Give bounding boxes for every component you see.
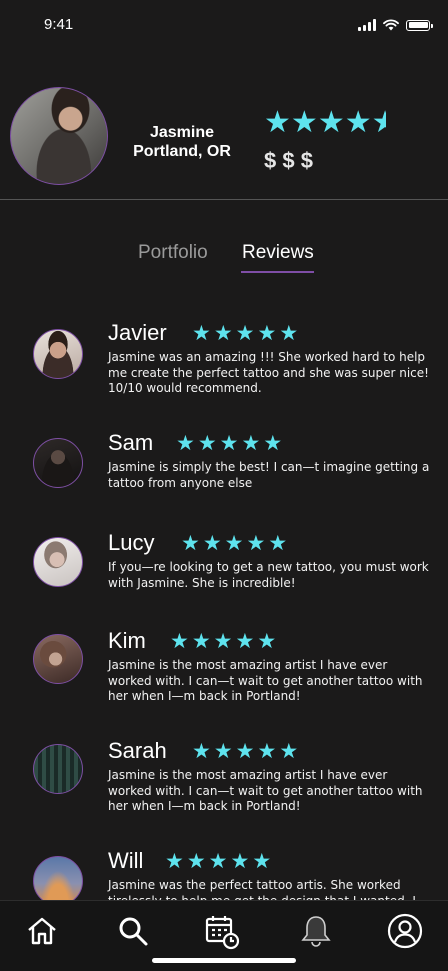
review-text: Jasmine is simply the best! I can—t imag…: [108, 460, 430, 490]
star-icon: ★: [208, 849, 228, 873]
star-icon: ★: [252, 849, 272, 873]
review-rating: ★ ★ ★ ★ ★: [192, 322, 298, 344]
star-icon: ★: [176, 431, 195, 455]
divider: [0, 199, 448, 200]
review-rating: ★ ★ ★ ★ ★: [165, 850, 271, 872]
star-icon: ★: [279, 321, 299, 345]
tab-portfolio[interactable]: Portfolio: [138, 242, 208, 264]
star-icon: ★: [191, 629, 211, 653]
artist-location: Portland, OR: [133, 143, 231, 160]
review-rating: ★ ★ ★ ★ ★: [176, 432, 282, 454]
star-icon: ★: [170, 629, 189, 653]
reviewer-name: Javier: [108, 320, 167, 345]
profile-header: Jasmine Portland, OR ★ ★ ★ ★ ★ $ $ $: [0, 85, 448, 200]
star-icon: ★: [197, 431, 217, 455]
artist-photo: [10, 87, 108, 185]
star-icon: ★: [165, 849, 184, 873]
home-indicator: [152, 958, 296, 963]
nav-search-button[interactable]: [113, 911, 153, 951]
half-star-icon: ★: [371, 108, 386, 138]
nav-profile-button[interactable]: [385, 911, 425, 951]
nav-home-button[interactable]: [22, 911, 62, 951]
reviewer-avatar[interactable]: [33, 438, 83, 488]
reviewer-avatar[interactable]: [33, 634, 83, 684]
star-icon: ★: [241, 431, 261, 455]
reviewer-name: Sam: [108, 430, 154, 455]
home-icon: [28, 917, 56, 945]
review-text: Jasmine is the most amazing artist I hav…: [108, 768, 423, 813]
star-icon: ★: [192, 739, 211, 763]
artist-info: Jasmine Portland, OR: [122, 123, 242, 161]
price-level: $ $ $: [264, 148, 313, 173]
status-bar: 9:41: [0, 0, 448, 50]
reviewer-avatar[interactable]: [33, 537, 83, 587]
tab-reviews[interactable]: Reviews: [242, 242, 314, 264]
star-icon: ★: [213, 321, 233, 345]
bell-icon: [301, 916, 331, 947]
reviewer-avatar[interactable]: [33, 856, 83, 906]
reviewer-avatar[interactable]: [33, 744, 83, 794]
star-icon: ★: [257, 739, 277, 763]
reviewer-avatar[interactable]: [33, 329, 83, 379]
star-icon: ★: [219, 431, 239, 455]
search-icon: [119, 917, 148, 946]
status-icons: [358, 15, 433, 35]
star-icon: ★: [230, 849, 250, 873]
star-icon: ★: [257, 629, 277, 653]
artist-rating: ★ ★ ★ ★ ★: [264, 108, 386, 138]
review-rating: ★ ★ ★ ★ ★: [170, 630, 276, 652]
star-icon: ★: [246, 531, 266, 555]
reviewer-name: Sarah: [108, 738, 167, 763]
reviewer-name: Will: [108, 848, 144, 873]
review-text: If you—re looking to get a new tattoo, y…: [108, 560, 429, 590]
star-icon: ★: [268, 531, 288, 555]
status-time: 9:41: [44, 16, 74, 33]
battery-icon: [406, 19, 433, 31]
star-icon: ★: [344, 105, 372, 140]
wifi-icon: [383, 19, 399, 31]
star-icon: ★: [317, 105, 345, 140]
review-text: Jasmine is the most amazing artist I hav…: [108, 658, 423, 703]
nav-notifications-button[interactable]: [296, 911, 336, 951]
calendar-icon: [205, 916, 240, 950]
star-icon: ★: [235, 739, 255, 763]
tab-bar-top: Portfolio Reviews: [0, 242, 448, 276]
star-icon: ★: [235, 321, 255, 345]
review-rating: ★ ★ ★ ★ ★: [192, 740, 298, 762]
star-icon: ★: [186, 849, 206, 873]
star-icon: ★: [235, 629, 255, 653]
star-icon: ★: [263, 431, 283, 455]
nav-calendar-button[interactable]: [202, 911, 242, 951]
star-icon: ★: [192, 321, 211, 345]
active-tab-indicator: [241, 271, 314, 273]
review-text: Jasmine was an amazing !!! She worked ha…: [108, 350, 429, 395]
reviewer-name: Kim: [108, 628, 146, 653]
star-icon: ★: [264, 105, 291, 140]
profile-icon: [387, 913, 423, 949]
star-icon: ★: [213, 629, 233, 653]
reviewer-name: Lucy: [108, 530, 155, 555]
artist-name: Jasmine: [149, 124, 215, 141]
star-icon: ★: [202, 531, 222, 555]
review-rating: ★ ★ ★ ★ ★: [181, 532, 287, 554]
star-icon: ★: [257, 321, 277, 345]
star-icon: ★: [279, 739, 299, 763]
star-icon: ★: [181, 531, 200, 555]
cellular-signal-icon: [358, 19, 376, 31]
star-icon: ★: [224, 531, 244, 555]
star-icon: ★: [213, 739, 233, 763]
star-icon: ★: [290, 105, 318, 140]
